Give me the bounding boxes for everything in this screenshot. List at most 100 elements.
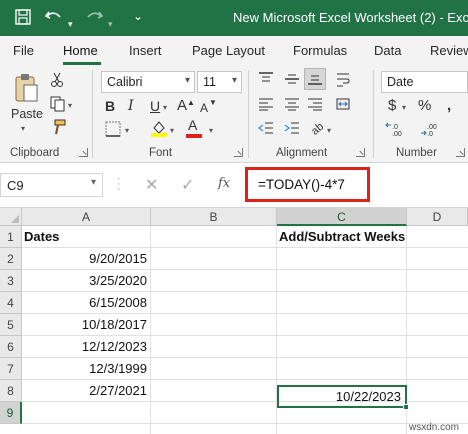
- alignment-launcher-icon[interactable]: [356, 148, 365, 157]
- column-header-a[interactable]: A: [22, 208, 151, 226]
- decrease-indent-icon[interactable]: [258, 121, 274, 138]
- tab-page-layout[interactable]: Page Layout: [192, 43, 265, 58]
- insert-function-icon[interactable]: fx: [218, 176, 230, 191]
- orientation-icon[interactable]: ab: [309, 119, 326, 139]
- fill-color-dropdown-icon[interactable]: ▾: [170, 126, 174, 135]
- copy-dropdown-icon[interactable]: ▾: [68, 101, 72, 110]
- redo-dropdown-icon[interactable]: ▾: [108, 14, 113, 34]
- customize-toolbar-icon[interactable]: ⌄: [133, 6, 143, 26]
- middle-align-icon[interactable]: [284, 72, 300, 89]
- paste-button[interactable]: [11, 72, 41, 109]
- number-launcher-icon[interactable]: [456, 148, 465, 157]
- font-group-label: Font: [149, 147, 173, 159]
- cell-a8[interactable]: 2/27/2021: [22, 380, 150, 402]
- underline-button[interactable]: U: [150, 98, 160, 114]
- font-color-dropdown-icon[interactable]: ▾: [209, 126, 213, 135]
- row-header-7[interactable]: 7: [0, 358, 22, 380]
- borders-dropdown-icon[interactable]: ▾: [125, 126, 129, 135]
- tab-formulas[interactable]: Formulas: [293, 43, 347, 58]
- cell-a6[interactable]: 12/12/2023: [22, 336, 150, 358]
- cell-c1[interactable]: Add/Subtract Weeks: [277, 226, 467, 248]
- row-header-1[interactable]: 1: [0, 226, 22, 248]
- align-right-icon[interactable]: [307, 97, 323, 114]
- column-header-b[interactable]: B: [151, 208, 277, 226]
- ribbon-tabs: File Home Insert Page Layout Formulas Da…: [0, 36, 468, 66]
- row-header-3[interactable]: 3: [0, 270, 22, 292]
- cell-a7[interactable]: 12/3/1999: [22, 358, 150, 380]
- underline-dropdown-icon[interactable]: ▾: [163, 103, 167, 112]
- worksheet-grid: A B C D 1 2 3 4 5 6 7 8 9 Dates Add/Subt…: [0, 208, 468, 434]
- tab-data[interactable]: Data: [374, 43, 401, 58]
- number-format-dropdown[interactable]: Date: [381, 71, 468, 93]
- cell-a2[interactable]: 9/20/2015: [22, 248, 150, 270]
- grid-line: [22, 423, 468, 424]
- currency-dropdown-icon[interactable]: ▾: [402, 103, 406, 112]
- percent-button[interactable]: %: [418, 98, 431, 114]
- align-center-icon[interactable]: [284, 97, 300, 114]
- decrease-font-size-button[interactable]: A: [200, 100, 208, 116]
- increase-font-arrow-icon: ▲: [187, 98, 195, 107]
- row-header-2[interactable]: 2: [0, 248, 22, 270]
- column-header-c[interactable]: C: [277, 208, 407, 226]
- tab-home[interactable]: Home: [63, 43, 98, 58]
- paste-dropdown-icon[interactable]: ▾: [21, 124, 25, 133]
- format-painter-icon[interactable]: [50, 119, 66, 138]
- ribbon-separator: [373, 70, 374, 158]
- cell-a5[interactable]: 10/18/2017: [22, 314, 150, 336]
- cut-icon[interactable]: [50, 72, 64, 91]
- row-header-9[interactable]: 9: [0, 402, 22, 424]
- cancel-icon[interactable]: ✕: [145, 175, 158, 195]
- comma-style-icon[interactable]: ,: [447, 98, 451, 114]
- row-header-6[interactable]: 6: [0, 336, 22, 358]
- select-all-button[interactable]: [0, 208, 22, 226]
- ribbon-separator: [248, 70, 249, 158]
- increase-font-size-button[interactable]: A: [177, 98, 187, 114]
- column-header-d[interactable]: D: [407, 208, 468, 226]
- row-header-8[interactable]: 8: [0, 380, 22, 402]
- undo-dropdown-icon[interactable]: ▾: [68, 14, 73, 34]
- tab-review[interactable]: Review: [430, 43, 468, 58]
- cell-a3[interactable]: 3/25/2020: [22, 270, 150, 292]
- borders-icon[interactable]: [105, 121, 121, 140]
- clipboard-launcher-icon[interactable]: [79, 148, 88, 157]
- align-left-icon[interactable]: [258, 97, 274, 114]
- wrap-text-icon[interactable]: [336, 72, 350, 91]
- fill-color-icon[interactable]: [150, 119, 168, 140]
- fill-handle[interactable]: [403, 404, 409, 410]
- top-align-icon[interactable]: [258, 72, 274, 89]
- ribbon-home: Paste ▾ ▾ Clipboard Calibri ▾ 11 ▾ B I U…: [0, 66, 468, 163]
- save-icon[interactable]: [14, 8, 32, 31]
- row-header-5[interactable]: 5: [0, 314, 22, 336]
- more-options-icon[interactable]: · · ·: [117, 174, 121, 195]
- formula-input[interactable]: =TODAY()-4*7: [258, 177, 345, 192]
- redo-icon[interactable]: [84, 8, 104, 31]
- bold-button[interactable]: B: [105, 98, 115, 114]
- font-launcher-icon[interactable]: [234, 148, 243, 157]
- font-size-value: 11: [203, 75, 216, 89]
- paste-label: Paste: [11, 107, 43, 121]
- cell-a1[interactable]: Dates: [22, 226, 150, 248]
- svg-text:.0: .0: [392, 124, 398, 131]
- currency-button[interactable]: $: [388, 98, 396, 114]
- row-header-4[interactable]: 4: [0, 292, 22, 314]
- tab-file[interactable]: File: [13, 43, 34, 58]
- cell-a4[interactable]: 6/15/2008: [22, 292, 150, 314]
- orientation-dropdown-icon[interactable]: ▾: [327, 126, 331, 135]
- font-name-dropdown[interactable]: Calibri ▾: [101, 71, 195, 93]
- enter-icon[interactable]: ✓: [181, 175, 194, 195]
- undo-icon[interactable]: [44, 8, 64, 31]
- font-color-button[interactable]: A: [188, 117, 197, 133]
- active-cell-border: [277, 385, 407, 408]
- merge-center-icon[interactable]: [336, 97, 350, 114]
- tab-insert[interactable]: Insert: [129, 43, 162, 58]
- bottom-align-icon[interactable]: [304, 68, 326, 90]
- italic-button[interactable]: I: [128, 98, 134, 114]
- name-box[interactable]: C9 ▾: [0, 173, 103, 197]
- font-size-dropdown[interactable]: 11 ▾: [197, 71, 242, 93]
- svg-text:.0: .0: [427, 131, 433, 137]
- decrease-decimal-icon[interactable]: .00.0: [420, 121, 442, 140]
- increase-decimal-icon[interactable]: .0.00: [385, 121, 407, 140]
- increase-indent-icon[interactable]: [284, 121, 300, 138]
- copy-icon[interactable]: [50, 96, 66, 115]
- title-bar: ▾ ▾ ⌄ New Microsoft Excel Worksheet (2) …: [0, 0, 468, 36]
